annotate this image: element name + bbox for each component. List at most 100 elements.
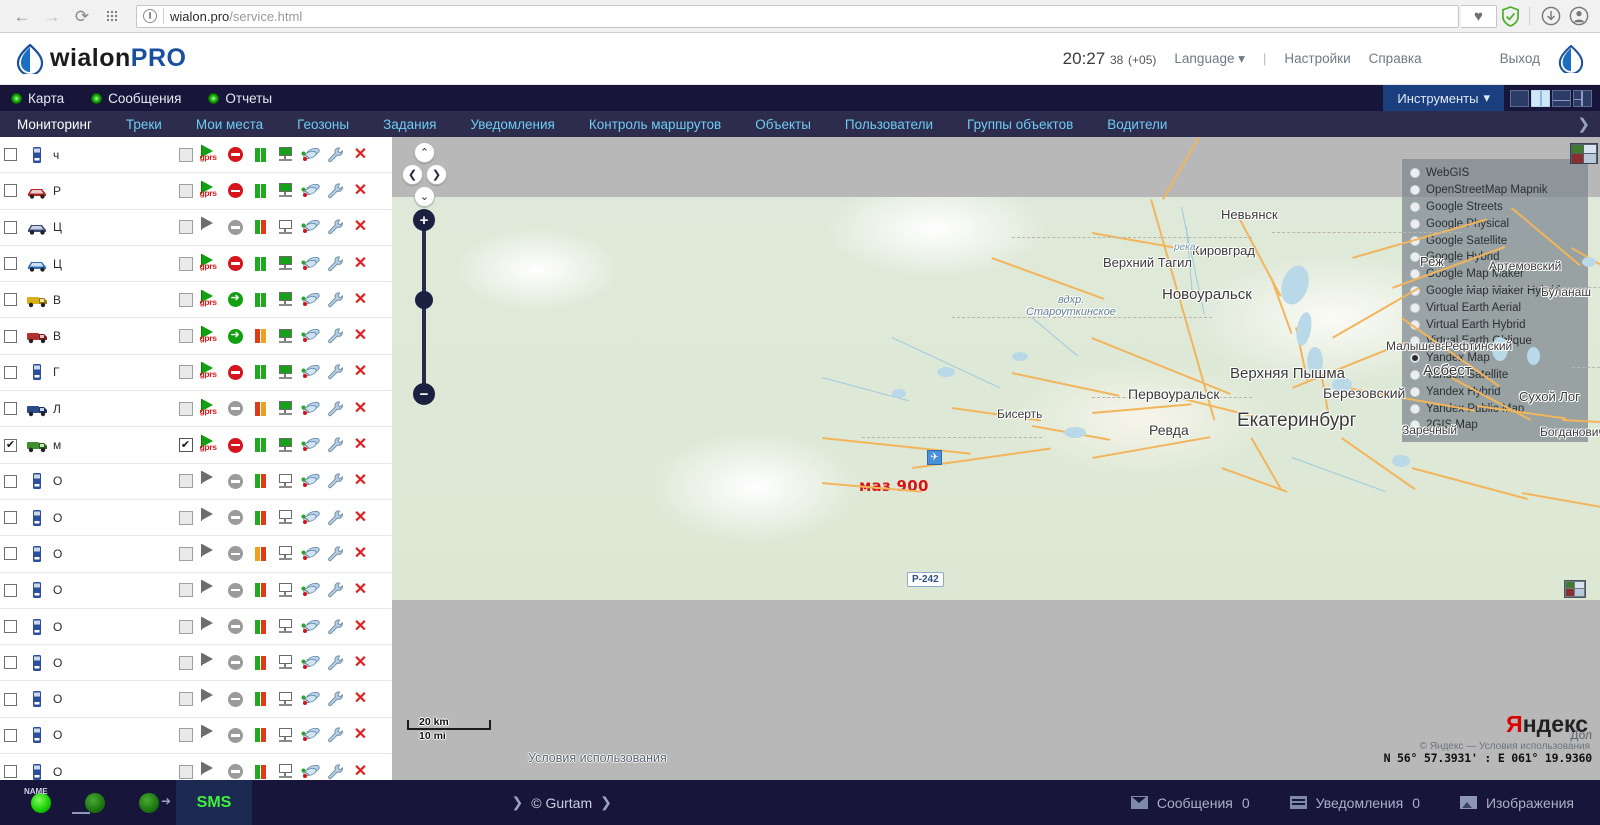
unit-row[interactable]: О ✕ bbox=[0, 536, 392, 572]
status-icon[interactable] bbox=[223, 434, 248, 456]
row-checkbox[interactable] bbox=[173, 470, 198, 492]
signal-bars-icon[interactable] bbox=[248, 361, 273, 383]
menu-item-map[interactable]: Карта bbox=[0, 91, 80, 106]
row-checkbox[interactable] bbox=[173, 180, 198, 202]
gprs-flag-icon[interactable] bbox=[198, 761, 223, 780]
signal-bars-icon[interactable] bbox=[248, 180, 273, 202]
delete-icon[interactable]: ✕ bbox=[348, 688, 373, 710]
row-checkbox[interactable] bbox=[173, 144, 198, 166]
wrench-icon[interactable] bbox=[323, 616, 348, 638]
row-checkbox[interactable] bbox=[173, 761, 198, 780]
status-icon[interactable] bbox=[223, 361, 248, 383]
status-icon[interactable] bbox=[223, 289, 248, 311]
status-icon[interactable] bbox=[223, 253, 248, 275]
wrench-icon[interactable] bbox=[323, 434, 348, 456]
unit-visible-checkbox[interactable] bbox=[4, 293, 17, 306]
zoom-handle[interactable] bbox=[415, 291, 433, 309]
reload-icon[interactable]: ⟳ bbox=[68, 2, 96, 30]
download-icon[interactable] bbox=[1538, 3, 1564, 29]
row-checkbox[interactable] bbox=[173, 543, 198, 565]
tabs-overflow-icon[interactable]: ❯ bbox=[1567, 115, 1600, 133]
monitor-icon[interactable] bbox=[273, 325, 298, 347]
wrench-icon[interactable] bbox=[323, 253, 348, 275]
satellite-icon[interactable] bbox=[298, 616, 323, 638]
row-checkbox[interactable] bbox=[173, 507, 198, 529]
unit-visible-checkbox[interactable] bbox=[4, 330, 17, 343]
satellite-icon[interactable] bbox=[298, 470, 323, 492]
help-link[interactable]: Справка bbox=[1369, 51, 1422, 66]
wrench-icon[interactable] bbox=[323, 398, 348, 420]
map-layer-option[interactable]: Virtual Earth Aerial bbox=[1410, 299, 1580, 316]
delete-icon[interactable]: ✕ bbox=[348, 180, 373, 202]
delete-icon[interactable]: ✕ bbox=[348, 507, 373, 529]
monitor-icon[interactable] bbox=[273, 543, 298, 565]
status-icon[interactable] bbox=[223, 579, 248, 601]
wrench-icon[interactable] bbox=[323, 180, 348, 202]
radio-icon[interactable] bbox=[1410, 387, 1420, 397]
delete-icon[interactable]: ✕ bbox=[348, 289, 373, 311]
gprs-flag-icon[interactable] bbox=[198, 652, 223, 674]
unit-visible-checkbox[interactable] bbox=[4, 148, 17, 161]
layout-left-split-button[interactable] bbox=[1573, 90, 1592, 107]
sms-button[interactable]: SMS bbox=[176, 780, 252, 825]
gprs-flag-icon[interactable]: gprs bbox=[198, 253, 223, 275]
tab-my-places[interactable]: Мои места bbox=[179, 117, 280, 132]
settings-link[interactable]: Настройки bbox=[1284, 51, 1350, 66]
unit-visible-checkbox[interactable] bbox=[4, 547, 17, 560]
row-checkbox[interactable] bbox=[173, 434, 198, 456]
tools-button[interactable]: Инструменты▾ bbox=[1383, 85, 1504, 111]
monitor-icon[interactable] bbox=[273, 507, 298, 529]
signal-bars-icon[interactable] bbox=[248, 543, 273, 565]
unit-row[interactable]: О ✕ bbox=[0, 645, 392, 681]
monitor-icon[interactable] bbox=[273, 144, 298, 166]
signal-bars-icon[interactable] bbox=[248, 144, 273, 166]
row-checkbox[interactable] bbox=[173, 688, 198, 710]
menu-item-messages[interactable]: Сообщения bbox=[80, 91, 197, 106]
wrench-icon[interactable] bbox=[323, 470, 348, 492]
satellite-icon[interactable] bbox=[298, 761, 323, 780]
row-checkbox[interactable] bbox=[173, 652, 198, 674]
signal-bars-icon[interactable] bbox=[248, 216, 273, 238]
heart-icon[interactable]: ♥ bbox=[1461, 5, 1497, 28]
gprs-flag-icon[interactable]: gprs bbox=[198, 180, 223, 202]
map-layers-icon-secondary[interactable] bbox=[1564, 580, 1586, 598]
delete-icon[interactable]: ✕ bbox=[348, 253, 373, 275]
site-info-icon[interactable] bbox=[143, 9, 157, 23]
signal-bars-icon[interactable] bbox=[248, 579, 273, 601]
satellite-icon[interactable] bbox=[298, 688, 323, 710]
monitor-icon[interactable] bbox=[273, 289, 298, 311]
wrench-icon[interactable] bbox=[323, 361, 348, 383]
unit-visible-checkbox[interactable] bbox=[4, 620, 17, 633]
row-checkbox[interactable] bbox=[173, 253, 198, 275]
menu-item-reports[interactable]: Отчеты bbox=[197, 91, 288, 106]
unit-visible-checkbox[interactable] bbox=[4, 656, 17, 669]
wrench-icon[interactable] bbox=[323, 507, 348, 529]
monitor-icon[interactable] bbox=[273, 688, 298, 710]
airport-poi-icon[interactable]: ✈ bbox=[927, 450, 942, 465]
monitor-icon[interactable] bbox=[273, 579, 298, 601]
gprs-flag-icon[interactable] bbox=[198, 216, 223, 238]
tab-jobs[interactable]: Задания bbox=[366, 117, 453, 132]
map-pan-control[interactable]: ⌃ ❮ ❯ ⌄ bbox=[402, 142, 448, 212]
unit-row[interactable]: Г gprs ✕ bbox=[0, 355, 392, 391]
unit-visible-checkbox[interactable] bbox=[4, 402, 17, 415]
satellite-icon[interactable] bbox=[298, 652, 323, 674]
tab-notifications[interactable]: Уведомления bbox=[453, 117, 571, 132]
signal-bars-icon[interactable] bbox=[248, 724, 273, 746]
satellite-icon[interactable] bbox=[298, 507, 323, 529]
status-icon[interactable] bbox=[223, 470, 248, 492]
signal-bars-icon[interactable] bbox=[248, 325, 273, 347]
gprs-flag-icon[interactable]: gprs bbox=[198, 361, 223, 383]
status-notifications[interactable]: Уведомления 0 bbox=[1290, 795, 1420, 811]
layout-top-bottom-button[interactable] bbox=[1552, 90, 1571, 107]
back-arrow-icon[interactable]: ← bbox=[8, 2, 36, 30]
unit-visible-checkbox[interactable] bbox=[4, 184, 17, 197]
radio-icon[interactable] bbox=[1410, 168, 1420, 178]
address-bar[interactable]: wialon.pro/service.html bbox=[136, 5, 1459, 28]
unit-row[interactable]: В gprs ✕ bbox=[0, 282, 392, 318]
monitor-icon[interactable] bbox=[273, 434, 298, 456]
wrench-icon[interactable] bbox=[323, 216, 348, 238]
tab-users[interactable]: Пользователи bbox=[828, 117, 950, 132]
status-icon[interactable] bbox=[223, 180, 248, 202]
pan-up-button[interactable]: ⌃ bbox=[414, 142, 435, 163]
